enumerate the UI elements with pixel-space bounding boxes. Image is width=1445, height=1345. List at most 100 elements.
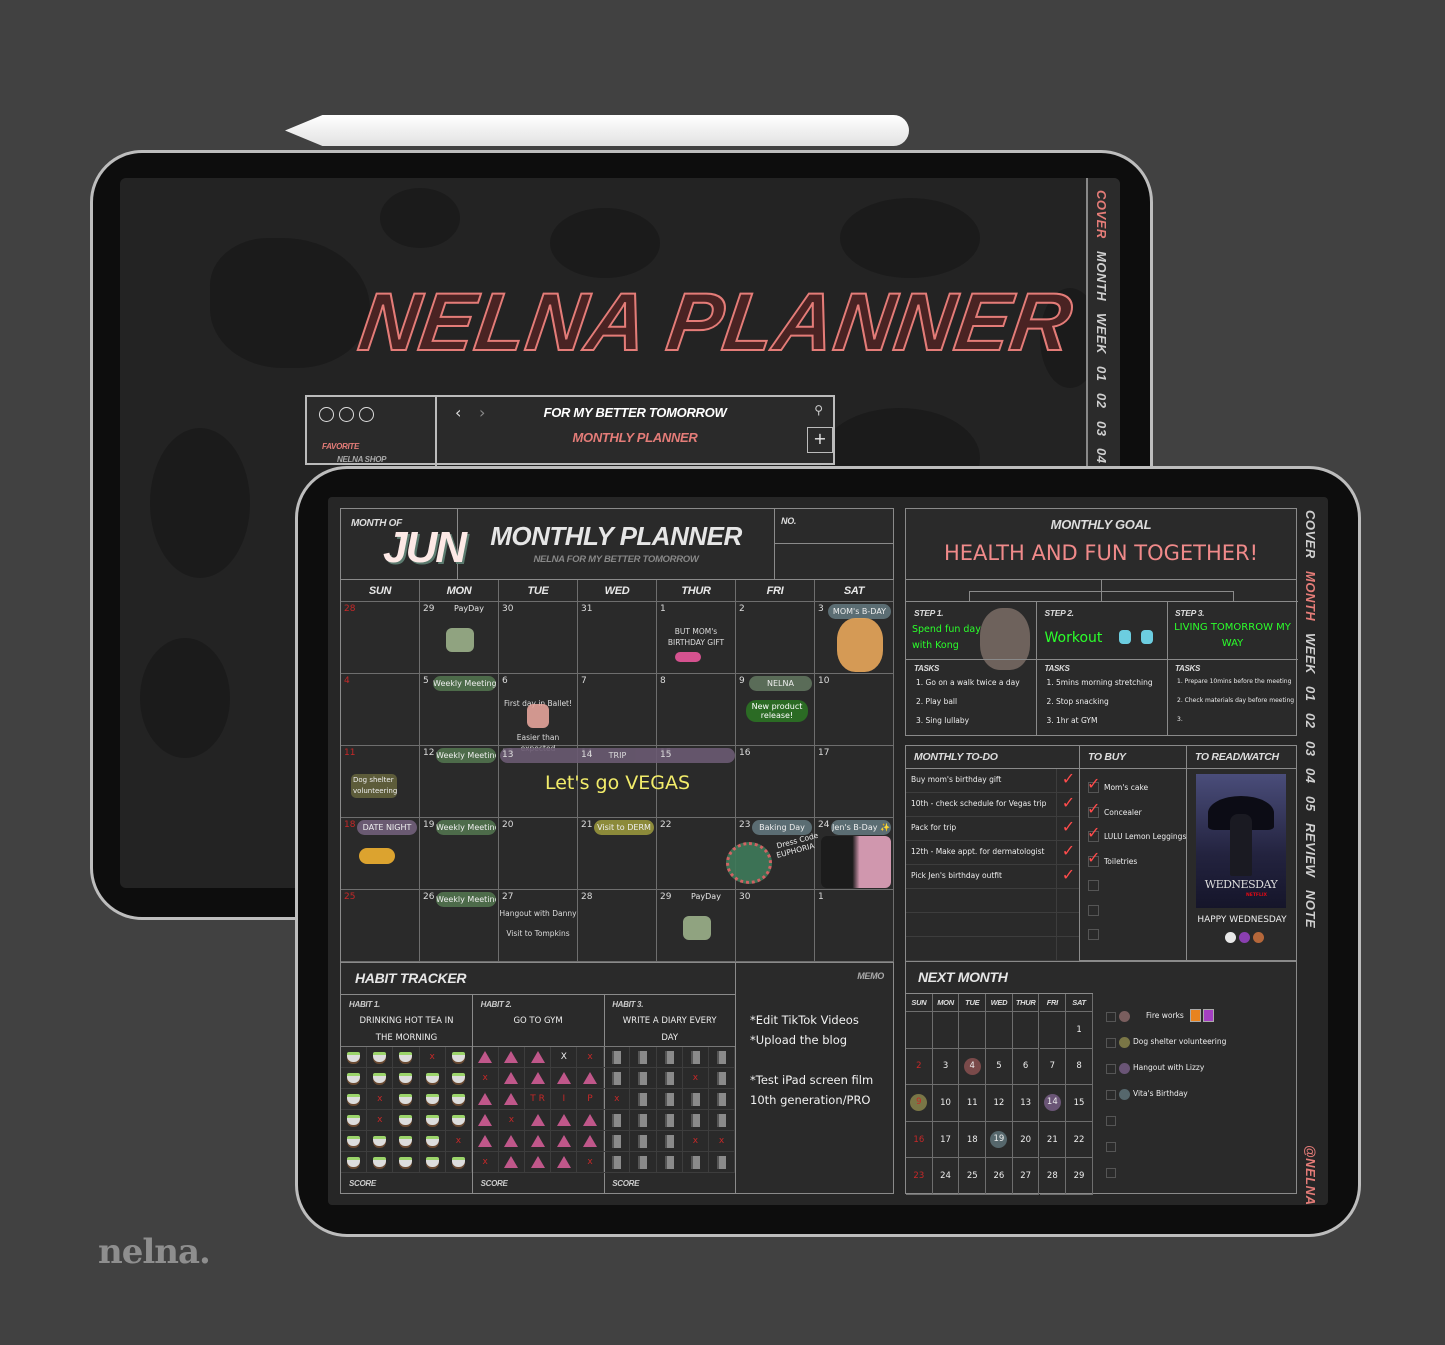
- habit-cell[interactable]: [341, 1110, 368, 1131]
- checkbox[interactable]: [1106, 1090, 1116, 1100]
- habit-cell[interactable]: [341, 1152, 368, 1173]
- habit-cell[interactable]: x: [419, 1047, 446, 1068]
- todo-item[interactable]: [906, 913, 1079, 937]
- habit-cell[interactable]: [524, 1047, 552, 1068]
- trip-span-pill[interactable]: TRIP: [500, 748, 735, 763]
- checkbox[interactable]: [1106, 1064, 1116, 1074]
- habit-cell[interactable]: x: [498, 1110, 525, 1131]
- checkmark-icon[interactable]: ✓: [1056, 841, 1080, 865]
- to-buy-item[interactable]: ✓ Concealer: [1087, 799, 1186, 825]
- habit-cell[interactable]: [656, 1110, 683, 1131]
- day-cell[interactable]: 5 Weekly Meeting: [420, 674, 499, 746]
- habit-cell[interactable]: [630, 1089, 657, 1110]
- to-buy-item[interactable]: ✓ LULU Lemon Leggings: [1087, 823, 1186, 849]
- event-pill[interactable]: Weekly Meeting: [436, 820, 496, 835]
- habit-cell[interactable]: [393, 1068, 420, 1089]
- checkbox[interactable]: [1106, 1116, 1116, 1126]
- side-tab-02[interactable]: 02: [1094, 393, 1109, 408]
- window-control-icon[interactable]: [319, 407, 334, 422]
- habit-cell[interactable]: [708, 1110, 736, 1131]
- mini-day[interactable]: [1039, 1012, 1067, 1049]
- side-tab-04[interactable]: 04: [1094, 448, 1109, 463]
- to-buy-item[interactable]: [1088, 878, 1186, 898]
- event-pill[interactable]: Weekly Meeting: [433, 676, 496, 691]
- habit-cell[interactable]: [472, 1089, 499, 1110]
- day-cell[interactable]: 31: [578, 602, 657, 674]
- checkbox[interactable]: [1106, 1038, 1116, 1048]
- sidebar-item[interactable]: NELNA SHOP: [337, 455, 386, 464]
- task-item[interactable]: 1. 5mins morning stretching: [1047, 678, 1153, 687]
- day-cell[interactable]: 11 Dog shelter volunteering: [341, 746, 420, 818]
- checkmark-icon[interactable]: ✓: [1056, 769, 1080, 793]
- add-button[interactable]: +: [807, 427, 833, 453]
- mini-day[interactable]: 14: [1039, 1085, 1067, 1122]
- mini-day[interactable]: 4: [959, 1048, 987, 1086]
- task-item[interactable]: 2. Check materials day before meeting: [1177, 697, 1294, 704]
- habit-cell[interactable]: [341, 1047, 368, 1068]
- mini-day[interactable]: [986, 1012, 1013, 1049]
- mini-day[interactable]: 12: [986, 1085, 1013, 1122]
- task-item[interactable]: 2. Stop snacking: [1047, 697, 1109, 706]
- habit-cell[interactable]: [708, 1047, 736, 1068]
- habit-cell[interactable]: [604, 1131, 631, 1152]
- side-tab-03[interactable]: 03: [1303, 741, 1318, 756]
- habit-cell[interactable]: [708, 1068, 736, 1089]
- habit-cell[interactable]: [393, 1110, 420, 1131]
- habit-cell[interactable]: [604, 1047, 631, 1068]
- side-tab-05[interactable]: 05: [1303, 796, 1318, 811]
- side-tab-04[interactable]: 04: [1303, 768, 1318, 783]
- habit-cell[interactable]: [419, 1131, 446, 1152]
- mini-day[interactable]: 21: [1039, 1121, 1067, 1159]
- day-cell[interactable]: 23 Baking Day Dress Code EUPHORIA: [726, 818, 819, 890]
- habit-cell[interactable]: [604, 1152, 631, 1173]
- day-cell[interactable]: 19 Weekly Meeting: [420, 818, 499, 890]
- habit-cell[interactable]: [656, 1131, 683, 1152]
- mini-day[interactable]: [906, 1012, 933, 1049]
- next-month-event[interactable]: [1106, 1114, 1286, 1130]
- mini-day[interactable]: 25: [959, 1158, 987, 1195]
- habit-cell[interactable]: [472, 1047, 499, 1068]
- habit-cell[interactable]: [630, 1152, 657, 1173]
- side-tab-01[interactable]: 01: [1094, 366, 1109, 381]
- habit-cell[interactable]: x: [577, 1152, 604, 1173]
- checkmark-icon[interactable]: ✓: [1056, 865, 1080, 889]
- mini-day[interactable]: 13: [1012, 1085, 1040, 1122]
- habit-cell[interactable]: x: [682, 1068, 709, 1089]
- habit-cell[interactable]: P: [577, 1089, 604, 1110]
- event-pill[interactable]: Visit to DERM: [594, 820, 654, 835]
- mini-day[interactable]: 17: [932, 1121, 960, 1159]
- habit-cell[interactable]: [419, 1152, 446, 1173]
- next-month-event[interactable]: [1106, 1166, 1286, 1182]
- habit-cell[interactable]: x: [367, 1089, 394, 1110]
- habit-cell[interactable]: [419, 1089, 446, 1110]
- day-cell[interactable]: 16: [736, 746, 815, 818]
- mini-day[interactable]: [932, 1012, 960, 1049]
- checkmark-icon[interactable]: ✓: [1087, 799, 1100, 818]
- habit-cell[interactable]: X: [551, 1047, 578, 1068]
- window-control-icon[interactable]: [339, 407, 354, 422]
- mini-day[interactable]: 8: [1066, 1048, 1093, 1086]
- habit-cell[interactable]: [630, 1047, 657, 1068]
- habit-cell[interactable]: [419, 1110, 446, 1131]
- habit-cell[interactable]: [551, 1152, 578, 1173]
- habit-cell[interactable]: [630, 1131, 657, 1152]
- mini-day[interactable]: 22: [1066, 1121, 1093, 1159]
- habit-cell[interactable]: T R: [524, 1089, 552, 1110]
- habit-cell[interactable]: [393, 1131, 420, 1152]
- todo-item[interactable]: Pick Jen's birthday outfit ✓: [906, 865, 1079, 889]
- checkmark-icon[interactable]: ✓: [1056, 793, 1080, 817]
- event-pill[interactable]: DATE NIGHT: [357, 820, 417, 835]
- day-cell[interactable]: 21 Visit to DERM: [578, 818, 657, 890]
- day-cell[interactable]: 20: [499, 818, 578, 890]
- habit-cell[interactable]: [445, 1110, 472, 1131]
- habit-cell[interactable]: x: [445, 1131, 472, 1152]
- habit-cell[interactable]: [445, 1068, 472, 1089]
- habit-cell[interactable]: [551, 1131, 578, 1152]
- habit-cell[interactable]: [367, 1068, 394, 1089]
- checkbox[interactable]: [1088, 904, 1099, 916]
- habit-cell[interactable]: [682, 1089, 709, 1110]
- mini-day[interactable]: 7: [1039, 1048, 1067, 1086]
- day-cell[interactable]: 1 BUT MOM's BIRTHDAY GIFT: [657, 602, 736, 674]
- task-item[interactable]: 2. Play ball: [916, 697, 957, 706]
- todo-item[interactable]: 10th - check schedule for Vegas trip ✓: [906, 793, 1079, 817]
